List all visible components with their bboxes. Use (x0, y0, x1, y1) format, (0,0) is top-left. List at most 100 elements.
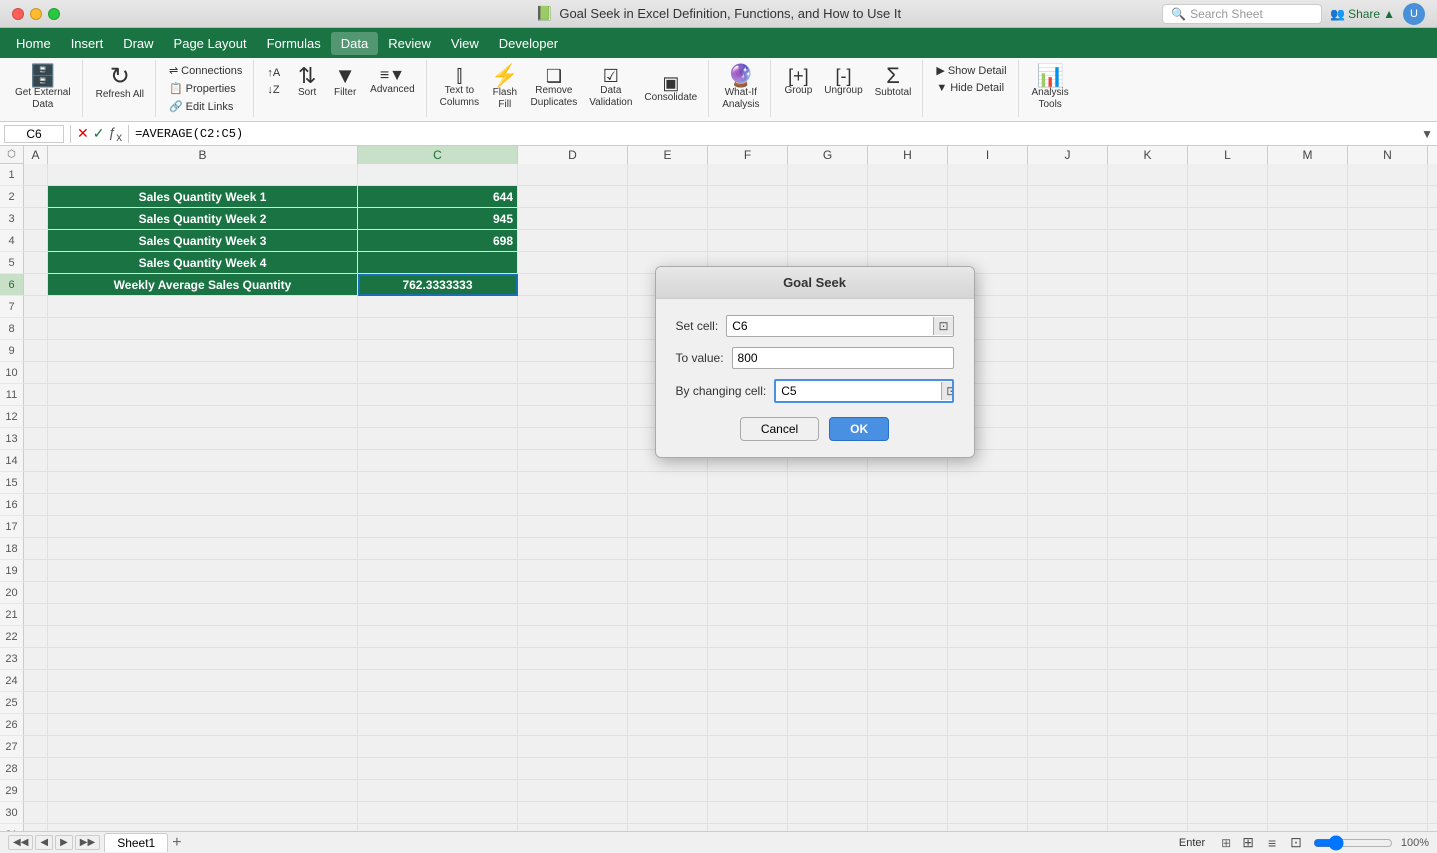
remove-duplicates-button[interactable]: ❑ RemoveDuplicates (526, 64, 583, 112)
by-changing-range-button[interactable]: ⊡ (941, 382, 953, 400)
connections-group: ⇌ Connections 📋 Properties 🔗 Edit Links (164, 62, 247, 115)
refresh-icon: ↻ (110, 65, 130, 89)
cancel-button[interactable]: Cancel (740, 417, 819, 441)
what-if-icon: 🔮 (727, 65, 754, 87)
formula-divider (70, 125, 71, 143)
share-button[interactable]: 👥 Share ▲ (1330, 7, 1395, 21)
menu-insert[interactable]: Insert (61, 32, 114, 55)
add-sheet-button[interactable]: + (172, 835, 181, 851)
title-bar: 📗 Goal Seek in Excel Definition, Functio… (0, 0, 1437, 28)
to-value-input-wrap (732, 347, 954, 369)
set-cell-range-button[interactable]: ⊡ (933, 317, 952, 335)
spreadsheet-wrapper: ⬡ A B C D E F G H I J K L M N (0, 146, 1437, 853)
subtotal-button[interactable]: Σ Subtotal (870, 62, 917, 101)
ribbon-group-external-data: 🗄️ Get ExternalData (4, 60, 83, 117)
get-external-data-button[interactable]: 🗄️ Get ExternalData (10, 62, 76, 114)
avatar[interactable]: U (1403, 3, 1425, 25)
normal-view-button[interactable]: ⊞ (1239, 833, 1257, 852)
group-icon: [+] (788, 67, 809, 85)
confirm-formula-icon[interactable]: ✓ (93, 125, 105, 142)
text-to-columns-button[interactable]: ⫿ Text toColumns (435, 64, 484, 112)
set-cell-input[interactable] (727, 316, 933, 336)
show-detail-icon: ▶ (936, 64, 944, 77)
spreadsheet-container: ⬡ A B C D E F G H I J K L M N (0, 146, 1437, 831)
formula-divider-2 (128, 125, 129, 143)
chevron-up-icon: ▲ (1383, 7, 1395, 21)
sort-desc-icon: ↓Z (267, 84, 279, 96)
show-detail-button[interactable]: ▶ Show Detail (931, 62, 1011, 79)
menu-formulas[interactable]: Formulas (257, 32, 331, 55)
goal-seek-dialog: Goal Seek Set cell: ⊡ To value: (655, 266, 975, 458)
menu-page-layout[interactable]: Page Layout (164, 32, 257, 55)
menu-draw[interactable]: Draw (113, 32, 163, 55)
menu-review[interactable]: Review (378, 32, 441, 55)
sort-button[interactable]: ⇅ Sort (289, 62, 325, 101)
ribbon-group-sort-filter: ↑A ↓Z ⇅ Sort ▼ Filter ≡▼ Advanced (256, 60, 426, 117)
sort-asc-button[interactable]: ↑A (262, 65, 285, 81)
refresh-all-button[interactable]: ↻ Refresh All (91, 62, 149, 104)
subtotal-icon: Σ (886, 65, 900, 87)
dialog-title: Goal Seek (656, 267, 974, 299)
ribbon-group-outline: [+] Group [-] Ungroup Σ Subtotal (773, 60, 923, 117)
ok-button[interactable]: OK (829, 417, 889, 441)
search-icon: 🔍 (1171, 7, 1186, 21)
mode-indicator: Enter (1179, 837, 1205, 849)
by-changing-input[interactable] (776, 381, 941, 401)
share-icon: 👥 (1330, 7, 1345, 21)
formula-expand-icon[interactable]: ▼ (1421, 127, 1433, 141)
nav-last-sheet[interactable]: ▶▶ (75, 835, 100, 850)
text-columns-icon: ⫿ (457, 67, 463, 85)
ribbon-group-connections: ⇌ Connections 📋 Properties 🔗 Edit Links (158, 60, 254, 117)
page-break-view-button[interactable]: ⊡ (1287, 833, 1305, 852)
minimize-button[interactable] (30, 8, 42, 20)
sort-desc-button[interactable]: ↓Z (262, 82, 285, 98)
analysis-icon: 📊 (1036, 65, 1063, 87)
cancel-formula-icon[interactable]: ✕ (77, 125, 89, 142)
consolidate-button[interactable]: ▣ Consolidate (639, 71, 702, 106)
function-icon[interactable]: ƒx (108, 124, 122, 144)
duplicates-icon: ❑ (546, 67, 562, 85)
ribbon-group-refresh: ↻ Refresh All (85, 60, 156, 117)
group-button[interactable]: [+] Group (779, 64, 817, 99)
advanced-button[interactable]: ≡▼ Advanced (365, 65, 419, 98)
filter-icon: ▼ (334, 65, 356, 87)
hide-detail-button[interactable]: ▼ Hide Detail (931, 80, 1011, 96)
page-layout-view-button[interactable]: ≡ (1265, 834, 1279, 852)
bottom-bar: ◀◀ ◀ ▶ ▶▶ Sheet1 + Enter ⊞ ⊞ ≡ ⊡ 100% (0, 831, 1437, 853)
formula-icons: ✕ ✓ ƒx (77, 124, 122, 144)
cell-reference-box[interactable] (4, 125, 64, 143)
nav-first-sheet[interactable]: ◀◀ (8, 835, 33, 850)
dialog-body: Set cell: ⊡ To value: (656, 299, 974, 457)
set-cell-input-wrap: ⊡ (726, 315, 953, 337)
menu-developer[interactable]: Developer (489, 32, 568, 55)
ribbon-group-analysis-tools: 📊 AnalysisTools (1021, 60, 1080, 117)
connections-button[interactable]: ⇌ Connections (164, 62, 247, 79)
nav-next-sheet[interactable]: ▶ (55, 835, 73, 850)
window-title: 📗 Goal Seek in Excel Definition, Functio… (536, 5, 901, 22)
maximize-button[interactable] (48, 8, 60, 20)
filter-button[interactable]: ▼ Filter (327, 62, 363, 101)
analysis-tools-button[interactable]: 📊 AnalysisTools (1027, 62, 1074, 114)
data-validation-button[interactable]: ☑ DataValidation (584, 64, 637, 112)
formula-input[interactable] (135, 127, 1413, 141)
set-cell-label: Set cell: (676, 319, 719, 333)
menu-data[interactable]: Data (331, 32, 378, 55)
menu-home[interactable]: Home (6, 32, 61, 55)
edit-links-button[interactable]: 🔗 Edit Links (164, 98, 247, 115)
search-sheet-box[interactable]: 🔍 Search Sheet (1162, 4, 1322, 24)
zoom-slider[interactable] (1313, 835, 1393, 851)
ungroup-button[interactable]: [-] Ungroup (819, 64, 867, 99)
sort-asc-icon: ↑A (267, 67, 280, 79)
validation-icon: ☑ (603, 67, 619, 85)
close-button[interactable] (12, 8, 24, 20)
what-if-button[interactable]: 🔮 What-IfAnalysis (717, 62, 764, 114)
ribbon-group-detail: ▶ Show Detail ▼ Hide Detail (925, 60, 1018, 117)
nav-prev-sheet[interactable]: ◀ (35, 835, 53, 850)
link-icon: 🔗 (169, 100, 183, 113)
properties-button[interactable]: 📋 Properties (164, 80, 247, 97)
sheet1-tab[interactable]: Sheet1 (104, 833, 168, 852)
flash-fill-icon: ⚡ (491, 65, 518, 87)
to-value-input[interactable] (733, 348, 953, 368)
menu-view[interactable]: View (441, 32, 489, 55)
flash-fill-button[interactable]: ⚡ FlashFill (486, 62, 523, 114)
